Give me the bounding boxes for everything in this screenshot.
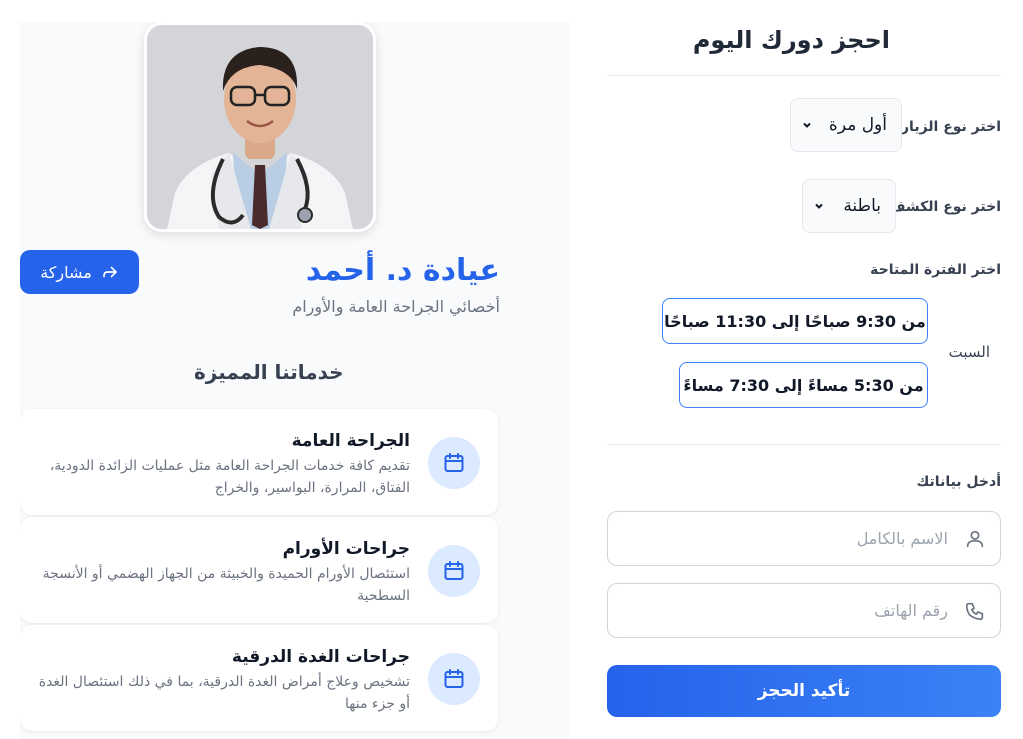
- service-description: استئصال الأورام الحميدة والخبيثة من الجه…: [42, 566, 410, 604]
- service-title: الجراحة العامة: [291, 431, 410, 451]
- details-label: أدخل بياناتك: [916, 474, 1001, 490]
- doctor-specialty: أخصائي الجراحة العامة والأورام: [292, 297, 500, 316]
- time-slot-morning[interactable]: من 9:30 صباحًا إلى 11:30 صباحًا: [662, 298, 928, 344]
- user-icon: [966, 530, 984, 548]
- confirm-booking-button[interactable]: تأكيد الحجز: [607, 665, 1001, 717]
- chevron-down-icon: [815, 203, 823, 209]
- divider: [607, 444, 1001, 445]
- service-card-thyroid-surgery[interactable]: جراحات الغدة الدرقية تشخيص وعلاج أمراض ا…: [20, 625, 498, 731]
- doctor-photo: [144, 22, 376, 232]
- chevron-down-icon: [803, 122, 811, 128]
- phone-field[interactable]: [607, 583, 1001, 638]
- visit-type-label: اختر نوع الزيارة: [892, 119, 1001, 135]
- full-name-field[interactable]: [607, 511, 1001, 566]
- share-button-label: مشاركة: [40, 262, 92, 282]
- share-button[interactable]: مشاركة: [20, 250, 139, 294]
- time-slot-evening[interactable]: من 5:30 مساءً إلى 7:30 مساءً: [679, 362, 928, 408]
- service-card-oncology-surgery[interactable]: جراحات الأورام استئصال الأورام الحميدة و…: [20, 517, 498, 623]
- doctor-name: عيادة د. أحمد: [305, 253, 500, 288]
- exam-type-select[interactable]: باطنة: [802, 179, 896, 233]
- calendar-icon: [428, 545, 480, 597]
- exam-type-value: باطنة: [843, 196, 881, 216]
- share-arrow-icon: [103, 266, 117, 278]
- service-description: تشخيص وعلاج أمراض الغدة الدرقية، بما في …: [38, 674, 410, 712]
- service-card-general-surgery[interactable]: الجراحة العامة تقديم كافة خدمات الجراحة …: [20, 409, 498, 515]
- services-heading: خدماتنا المميزة: [194, 360, 344, 384]
- doctor-portrait-image: [147, 25, 373, 229]
- period-label: اختر الفترة المتاحة: [870, 262, 1001, 278]
- full-name-input[interactable]: [608, 512, 1000, 565]
- booking-panel: احجز دورك اليوم اختر نوع الزيارة أول مرة…: [571, 0, 1023, 739]
- doctor-profile-panel: مشاركة عيادة د. أحمد أخصائي الجراحة العا…: [20, 22, 570, 739]
- phone-input[interactable]: [608, 584, 1000, 637]
- day-label: السبت: [948, 343, 990, 361]
- visit-type-select[interactable]: أول مرة: [790, 98, 902, 152]
- calendar-icon: [428, 653, 480, 705]
- service-description: تقديم كافة خدمات الجراحة العامة مثل عملي…: [49, 458, 410, 496]
- calendar-icon: [428, 437, 480, 489]
- divider: [607, 75, 1001, 76]
- booking-title: احجز دورك اليوم: [692, 26, 890, 54]
- phone-icon: [965, 602, 984, 621]
- exam-type-label: اختر نوع الكشف: [889, 199, 1001, 215]
- service-title: جراحات الأورام: [282, 539, 410, 559]
- visit-type-value: أول مرة: [828, 115, 887, 135]
- service-title: جراحات الغدة الدرقية: [231, 647, 410, 667]
